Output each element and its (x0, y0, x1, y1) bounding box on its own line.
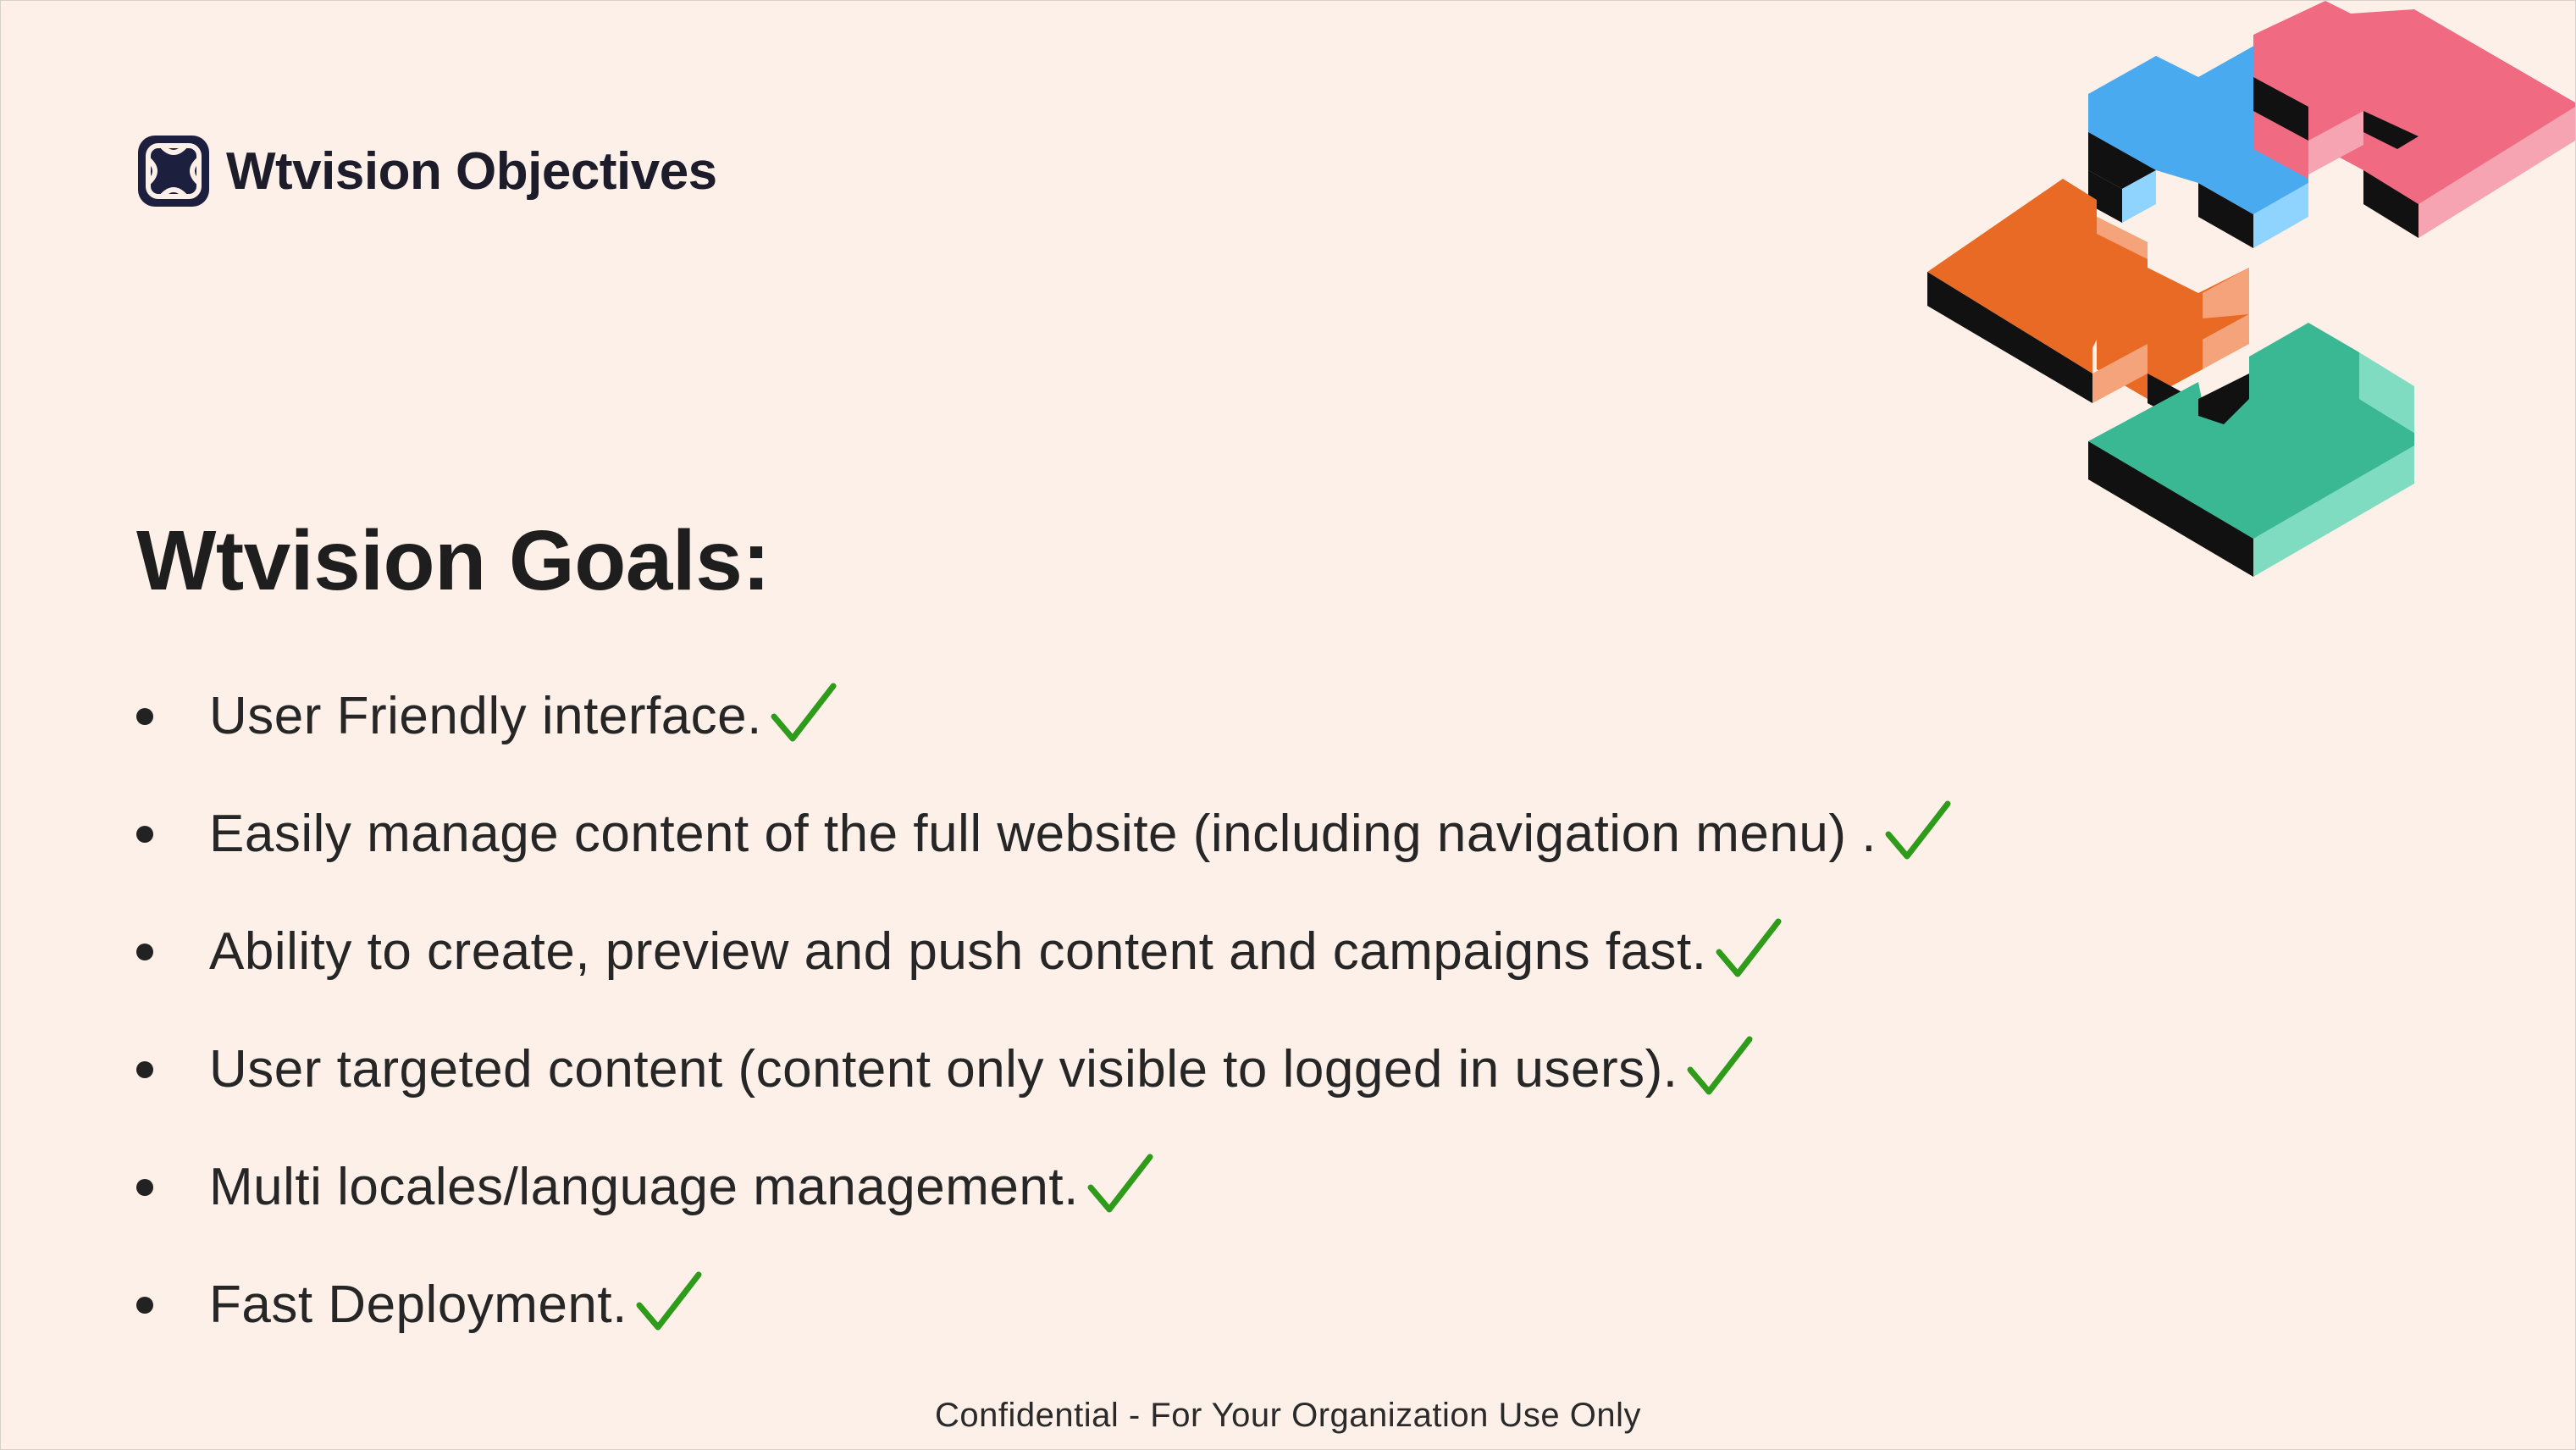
footer-confidential: Confidential - For Your Organization Use… (934, 1397, 1642, 1434)
goals-list: User Friendly interface. Easily manage c… (136, 657, 1951, 1364)
list-item: User targeted content (content only visi… (136, 1010, 1951, 1128)
slide: Wtvision Objectives Wtvision Goals: User… (0, 0, 2576, 1450)
goal-text: User Friendly interface. (209, 687, 762, 745)
goal-text: Multi locales/language management. (209, 1158, 1079, 1216)
page-title: Wtvision Goals: (136, 513, 771, 608)
logo-icon (138, 136, 209, 207)
list-item: Fast Deployment. (136, 1246, 1951, 1364)
puzzle-pieces-illustration (1927, 1, 2575, 577)
bullet-icon (136, 1178, 153, 1196)
list-item: Ability to create, preview and push cont… (136, 893, 1951, 1010)
bullet-icon (136, 1296, 153, 1314)
bullet-icon (136, 1060, 153, 1078)
checkmark-icon (1087, 1154, 1153, 1212)
checkmark-icon (1687, 1036, 1752, 1094)
bullet-icon (136, 943, 153, 960)
checkmark-icon (1716, 918, 1781, 977)
list-item: Multi locales/language management. (136, 1128, 1951, 1246)
brand-header: Wtvision Objectives (136, 133, 717, 209)
goal-text: Ability to create, preview and push cont… (209, 922, 1707, 981)
list-item: User Friendly interface. (136, 657, 1951, 775)
checkmark-icon (636, 1271, 702, 1330)
bullet-icon (136, 707, 153, 725)
checkmark-icon (1885, 800, 1951, 859)
checkmark-icon (771, 683, 837, 741)
goal-text: User targeted content (content only visi… (209, 1040, 1678, 1099)
brand-name: Wtvision Objectives (226, 141, 717, 201)
bullet-icon (136, 825, 153, 843)
goal-text: Easily manage content of the full websit… (209, 805, 1877, 863)
list-item: Easily manage content of the full websit… (136, 775, 1951, 893)
goal-text: Fast Deployment. (209, 1276, 627, 1334)
